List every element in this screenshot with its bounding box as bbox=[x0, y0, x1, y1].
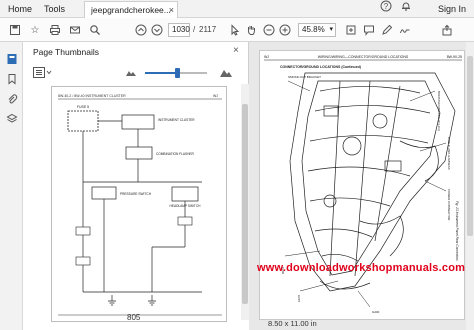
panel-toolbar bbox=[23, 64, 249, 82]
doc-header-right: 8W-90-25 bbox=[447, 55, 462, 59]
help-icon[interactable]: ? bbox=[380, 0, 392, 18]
search-icon[interactable] bbox=[88, 23, 102, 37]
schematic-label-fuse: FUSE 5 bbox=[77, 105, 89, 109]
figure-caption: Fig. 23 Instrument Panel Rear Connectors bbox=[455, 201, 459, 261]
panel-scrollbar[interactable] bbox=[241, 84, 249, 320]
bookmarks-icon[interactable] bbox=[5, 72, 18, 85]
comment-icon[interactable] bbox=[362, 23, 376, 37]
callout-cable-link: CABLE LINK HARNESS bbox=[447, 137, 451, 170]
callout-c215: C215 bbox=[297, 295, 301, 303]
document-view: WJ WIRING/WIRING—CONNECTOR/GROUND LOCATI… bbox=[249, 42, 474, 330]
page-thumbnails-panel: Page Thumbnails × 8W-40-2 / 8W-40 INSTRU… bbox=[23, 42, 249, 330]
callout-booster-module: BOOSTER MODULE (C1-C3) bbox=[437, 91, 441, 131]
thumbnail-small-icon[interactable] bbox=[125, 67, 137, 79]
document-scrollbar-thumb[interactable] bbox=[467, 56, 473, 236]
toolbar: ☆ 1030 / 2117 45.8% ▾ bbox=[0, 18, 474, 42]
schematic-thumbnail: 8W-40-2 / 8W-40 INSTRUMENT CLUSTER WJ FU… bbox=[58, 94, 222, 316]
panel-title: Page Thumbnails bbox=[33, 47, 99, 57]
mail-icon[interactable] bbox=[68, 23, 82, 37]
thumbnail-list: 8W-40-2 / 8W-40 INSTRUMENT CLUSTER WJ FU… bbox=[23, 84, 249, 330]
current-page-input[interactable]: 1030 bbox=[168, 23, 190, 37]
zoom-out-icon[interactable] bbox=[262, 23, 276, 37]
page-separator: / bbox=[193, 25, 196, 34]
sign-icon[interactable] bbox=[398, 23, 412, 37]
pdf-reader-window: Home Tools jeepgrandcherokee... × ? Sign… bbox=[0, 0, 474, 330]
slider-handle[interactable] bbox=[175, 68, 180, 78]
options-menu-icon[interactable] bbox=[33, 67, 53, 79]
page-down-icon[interactable] bbox=[150, 23, 164, 37]
callout-g200: G200 bbox=[372, 310, 380, 314]
close-icon[interactable]: × bbox=[233, 45, 239, 56]
tab-document[interactable]: jeepgrandcherokee... × bbox=[84, 1, 178, 18]
slider-fill bbox=[145, 72, 177, 74]
bookmark-star-icon[interactable]: ☆ bbox=[28, 23, 42, 37]
print-icon[interactable] bbox=[48, 23, 62, 37]
connector-location-drawing: WJ WIRING/WIRING—CONNECTOR/GROUND LOCATI… bbox=[264, 55, 462, 314]
panel-scrollbar-thumb[interactable] bbox=[242, 104, 248, 304]
schematic-label-flasher: COMBINATION FLASHER bbox=[156, 152, 195, 156]
layers-icon[interactable] bbox=[5, 112, 18, 125]
left-tool-rail bbox=[0, 42, 23, 330]
zoom-level-select[interactable]: 45.8% ▾ bbox=[298, 23, 336, 37]
zoom-value: 45.8% bbox=[302, 25, 325, 34]
schematic-header-right: WJ bbox=[213, 94, 218, 98]
chevron-down-icon: ▾ bbox=[329, 26, 333, 33]
schematic-label-cluster: INSTRUMENT CLUSTER bbox=[158, 118, 195, 122]
page-up-icon[interactable] bbox=[134, 23, 148, 37]
share-icon[interactable] bbox=[440, 23, 454, 37]
document-scrollbar[interactable] bbox=[466, 42, 474, 330]
tab-document-label: jeepgrandcherokee... bbox=[91, 5, 171, 15]
thumbnail-page-number: 805 bbox=[127, 313, 141, 322]
bell-icon[interactable] bbox=[400, 0, 412, 18]
callout-power-connector: POWER CONNECTOR bbox=[447, 189, 451, 221]
document-page: WJ WIRING/WIRING—CONNECTOR/GROUND LOCATI… bbox=[259, 50, 465, 320]
tab-bar: Home Tools jeepgrandcherokee... × ? Sign… bbox=[0, 0, 474, 18]
select-cursor-icon[interactable] bbox=[228, 23, 242, 37]
page-size-indicator: 8.50 x 11.00 in bbox=[268, 319, 317, 328]
attachments-icon[interactable] bbox=[5, 92, 18, 105]
tab-tools[interactable]: Tools bbox=[44, 0, 65, 18]
highlight-pen-icon[interactable] bbox=[380, 23, 394, 37]
schematic-label-pressure: PRESSURE SWITCH bbox=[120, 192, 152, 196]
fit-page-icon[interactable] bbox=[344, 23, 358, 37]
save-icon[interactable] bbox=[8, 23, 22, 37]
watermark-url: www.downloadworkshopmanuals.com bbox=[257, 262, 466, 274]
svg-text:?: ? bbox=[384, 2, 389, 11]
page-thumbnail[interactable]: 8W-40-2 / 8W-40 INSTRUMENT CLUSTER WJ FU… bbox=[51, 86, 227, 322]
close-tab-icon[interactable]: × bbox=[169, 2, 174, 18]
thumbnail-size-slider[interactable] bbox=[145, 68, 207, 78]
doc-header-left: WJ bbox=[264, 55, 269, 59]
callout-smoke-out-bracket: SMOKE OUT BRACKET bbox=[288, 75, 321, 79]
page-thumbnails-icon[interactable] bbox=[5, 52, 18, 65]
zoom-in-icon[interactable] bbox=[278, 23, 292, 37]
tab-home[interactable]: Home bbox=[8, 0, 32, 18]
doc-subtitle: CONNECTOR/GROUND LOCATIONS (Continued) bbox=[280, 65, 361, 69]
sign-in-button[interactable]: Sign In bbox=[438, 0, 466, 18]
hand-tool-icon[interactable] bbox=[244, 23, 258, 37]
total-pages: 2117 bbox=[199, 25, 217, 34]
doc-header-center: WIRING/WIRING—CONNECTOR/GROUND LOCATIONS bbox=[318, 55, 409, 59]
schematic-header-left: 8W-40-2 / 8W-40 INSTRUMENT CLUSTER bbox=[58, 94, 126, 98]
thumbnail-large-icon[interactable] bbox=[219, 66, 233, 80]
